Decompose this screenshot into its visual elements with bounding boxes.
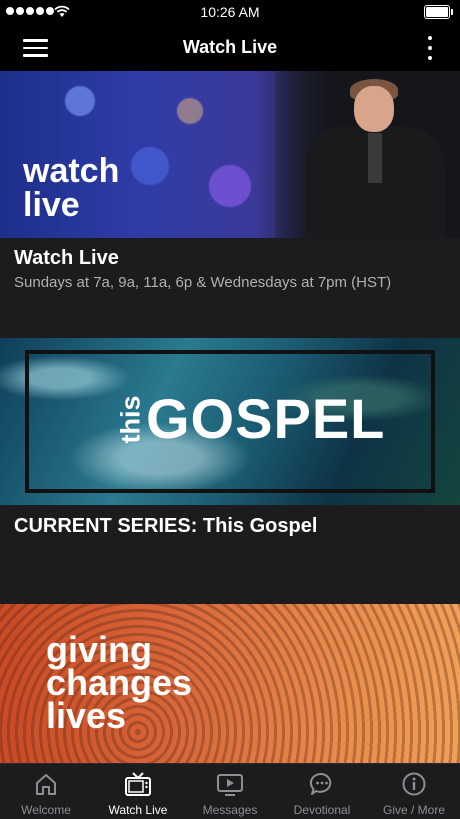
tab-label: Messages xyxy=(202,803,258,817)
giving-card[interactable]: giving changes lives xyxy=(0,604,460,763)
current-series-card[interactable]: this GOSPEL CURRENT SERIES: This Gospel xyxy=(0,338,460,604)
info-icon xyxy=(402,772,426,796)
tab-messages[interactable]: Messages xyxy=(184,764,276,819)
content-list[interactable]: watch live Watch Live Sundays at 7a, 9a,… xyxy=(0,71,460,763)
battery-icon xyxy=(424,5,453,19)
tab-label: Watch Live xyxy=(108,803,168,817)
banner-art-text-small: this xyxy=(115,395,146,444)
page-title: Watch Live xyxy=(182,37,278,57)
tv-icon xyxy=(125,772,151,796)
tab-bar: Welcome Watch Live Messages Devotional G… xyxy=(0,763,460,819)
status-time: 10:26 AM xyxy=(200,4,260,20)
card-title: CURRENT SERIES: This Gospel xyxy=(14,515,318,537)
home-icon xyxy=(36,774,56,795)
tab-label: Devotional xyxy=(293,803,351,817)
watch-live-banner-image: watch live xyxy=(0,71,460,238)
banner-art-text: giving changes lives xyxy=(46,629,193,736)
tab-label: Give / More xyxy=(382,803,445,817)
status-bar: 10:26 AM xyxy=(0,0,460,24)
this-gospel-banner-image: this GOSPEL xyxy=(0,338,460,505)
play-screen-icon xyxy=(217,774,243,796)
card-subtitle: Sundays at 7a, 9a, 11a, 6p & Wednesdays … xyxy=(14,274,392,291)
watch-live-card[interactable]: watch live Watch Live Sundays at 7a, 9a,… xyxy=(0,71,460,338)
navigation-bar: Watch Live xyxy=(0,24,460,71)
banner-art-text: watch live xyxy=(23,152,120,224)
tab-watch-live[interactable]: Watch Live xyxy=(92,764,184,819)
tab-devotional[interactable]: Devotional xyxy=(276,764,368,819)
card-title: Watch Live xyxy=(14,247,119,269)
more-options-icon[interactable] xyxy=(426,36,434,60)
chat-bubble-icon xyxy=(309,772,332,795)
tab-give-more[interactable]: Give / More xyxy=(368,764,460,819)
tab-welcome[interactable]: Welcome xyxy=(0,764,92,819)
banner-art-text-large: GOSPEL xyxy=(146,387,386,450)
tab-label: Welcome xyxy=(21,803,71,817)
giving-banner-image: giving changes lives xyxy=(0,604,460,763)
